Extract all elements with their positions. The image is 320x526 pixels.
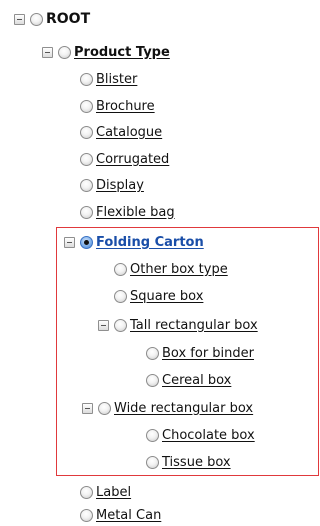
tree-node-folding-carton: Folding Carton xyxy=(64,231,204,253)
tree-node-other-box-type: Other box type xyxy=(114,258,228,280)
tree-node-blister: Blister xyxy=(80,68,137,90)
tree-node-label[interactable]: Label xyxy=(96,485,131,500)
tree-node-label[interactable]: Box for binder xyxy=(162,346,254,361)
tree-node-flexible-bag: Flexible bag xyxy=(80,201,175,223)
tree-node-wide-rectangular-box: Wide rectangular box xyxy=(82,397,253,419)
radio-icon[interactable] xyxy=(114,289,127,303)
radio-icon[interactable] xyxy=(146,346,159,360)
tree-node-label[interactable]: Chocolate box xyxy=(162,428,255,443)
radio-icon[interactable] xyxy=(58,45,71,59)
radio-icon[interactable] xyxy=(146,455,159,469)
radio-icon[interactable] xyxy=(114,262,127,276)
tree-node-label[interactable]: Catalogue xyxy=(96,125,162,140)
radio-icon[interactable] xyxy=(114,318,127,332)
radio-icon[interactable] xyxy=(80,178,93,192)
tree-node-label[interactable]: Blister xyxy=(96,72,137,87)
radio-icon[interactable] xyxy=(80,125,93,139)
tree-node-label[interactable]: Flexible bag xyxy=(96,205,175,220)
radio-icon[interactable] xyxy=(30,12,43,26)
radio-icon[interactable] xyxy=(146,428,159,442)
tree-node-catalogue: Catalogue xyxy=(80,121,162,143)
tree-node-product-type: Product Type xyxy=(42,41,170,63)
radio-icon[interactable] xyxy=(80,99,93,113)
tree-node-square-box: Square box xyxy=(114,285,203,307)
tree-node-label: ROOT xyxy=(46,11,91,27)
tree-node-label[interactable]: Corrugated xyxy=(96,152,169,167)
collapse-icon[interactable] xyxy=(98,319,109,331)
tree-node-tall-rectangular-box: Tall rectangular box xyxy=(98,314,258,336)
radio-icon[interactable] xyxy=(80,152,93,166)
tree-node-brochure: Brochure xyxy=(80,95,155,117)
radio-icon[interactable] xyxy=(80,72,93,86)
tree-node-corrugated: Corrugated xyxy=(80,148,169,170)
tree-node-metal-can: Metal Can xyxy=(80,504,161,526)
tree-node-box-for-binder: Box for binder xyxy=(146,342,254,364)
tree-node-root: ROOT xyxy=(14,8,90,30)
collapse-icon[interactable] xyxy=(42,46,53,58)
tree-node-cereal-box: Cereal box xyxy=(146,369,231,391)
radio-icon[interactable] xyxy=(146,373,159,387)
tree-node-tissue-box: Tissue box xyxy=(146,451,231,473)
radio-icon[interactable] xyxy=(80,508,93,522)
category-tree: ROOT Product Type Blister Brochure Catal… xyxy=(0,0,319,525)
tree-node-label[interactable]: Tall rectangular box xyxy=(130,318,258,333)
tree-node-label[interactable]: Product Type xyxy=(74,45,170,60)
radio-icon[interactable] xyxy=(98,401,111,415)
collapse-icon[interactable] xyxy=(14,13,25,25)
tree-node-label[interactable]: Tissue box xyxy=(162,455,231,470)
radio-icon[interactable] xyxy=(80,485,93,499)
collapse-icon[interactable] xyxy=(82,402,93,414)
radio-selected-icon[interactable] xyxy=(80,235,93,249)
tree-node-label[interactable]: Metal Can xyxy=(96,508,161,523)
tree-node-label-category: Label xyxy=(80,481,131,503)
tree-node-label[interactable]: Folding Carton xyxy=(96,235,204,250)
tree-node-label[interactable]: Cereal box xyxy=(162,373,231,388)
tree-node-label[interactable]: Display xyxy=(96,178,144,193)
tree-node-label[interactable]: Wide rectangular box xyxy=(114,401,253,416)
tree-node-chocolate-box: Chocolate box xyxy=(146,424,255,446)
collapse-icon[interactable] xyxy=(64,236,75,248)
tree-node-display: Display xyxy=(80,174,144,196)
tree-node-label[interactable]: Square box xyxy=(130,289,203,304)
radio-icon[interactable] xyxy=(80,205,93,219)
tree-node-label[interactable]: Brochure xyxy=(96,99,155,114)
tree-node-label[interactable]: Other box type xyxy=(130,262,228,277)
